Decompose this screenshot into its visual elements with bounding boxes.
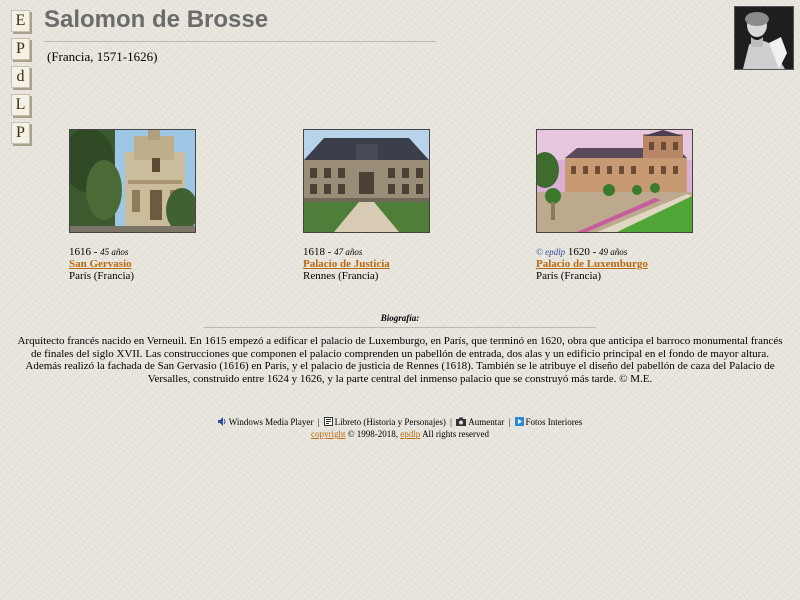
rights-text: All rights reserved — [422, 429, 490, 439]
work-card-palacio-de-luxemburgo: © epdlp 1620 - 49 años Palacio de Luxemb… — [536, 129, 693, 282]
biography-text: Arquitecto francés nacido en Verneuil. E… — [17, 335, 783, 385]
book-icon — [323, 417, 333, 429]
copyright-link[interactable]: copyright — [311, 429, 346, 439]
work-photo-palacio-de-justicia[interactable] — [303, 129, 430, 233]
work-year: 1618 — [303, 246, 325, 258]
biography-heading: Biografía: — [380, 313, 420, 323]
work-separator: - — [91, 246, 101, 258]
footer-link-aumentar[interactable]: Aumentar — [468, 417, 504, 427]
footer-link-media-player[interactable]: Windows Media Player — [229, 417, 314, 427]
work-place: París (Francia) — [69, 270, 135, 282]
speaker-icon — [217, 417, 227, 429]
side-nav-p[interactable]: P — [11, 38, 30, 60]
work-age: 47 años — [334, 247, 363, 257]
side-nav-l[interactable]: L — [11, 94, 30, 116]
side-nav-p2[interactable]: P — [11, 122, 30, 144]
side-nav: E P d L P — [11, 10, 31, 150]
copyright-years: © 1998-2018, — [347, 429, 399, 439]
biography-divider — [204, 327, 596, 328]
footer-link-fotos-interiores[interactable]: Fotos Interiores — [526, 417, 583, 427]
work-age: 45 años — [100, 247, 129, 257]
work-place: Rennes (Francia) — [303, 270, 379, 282]
page-subtitle: (Francia, 1571-1626) — [47, 49, 158, 64]
footer-link-libreto[interactable]: Libreto (Historia y Personajes) — [335, 417, 446, 427]
work-link-san-gervasio[interactable]: San Gervasio — [69, 258, 196, 270]
work-link-palacio-de-luxemburgo[interactable]: Palacio de Luxemburgo — [536, 258, 693, 270]
work-photo-san-gervasio[interactable] — [69, 129, 196, 233]
work-link-palacio-de-justicia[interactable]: Palacio de Justicia — [303, 258, 430, 270]
work-separator: - — [589, 246, 600, 258]
work-card-palacio-de-justicia: 1618 - 47 años Palacio de Justicia Renne… — [303, 129, 430, 282]
work-place: París (Francia) — [536, 270, 602, 282]
play-icon — [514, 417, 524, 429]
title-divider — [44, 41, 436, 42]
work-card-san-gervasio: 1616 - 45 años San Gervasio París (Franc… — [69, 129, 196, 282]
camera-icon — [456, 417, 467, 429]
portrait-image[interactable] — [734, 6, 794, 70]
footer-separator: | — [317, 417, 320, 427]
work-age: 49 años — [599, 247, 628, 257]
footer-copyright: copyright © 1998-2018, epdlp All rights … — [0, 429, 800, 440]
work-separator: - — [325, 246, 335, 258]
footer-separator: | — [450, 417, 452, 427]
footer-links: Windows Media Player | Libreto (Historia… — [0, 417, 800, 429]
page-title: Salomon de Brosse — [44, 6, 269, 33]
work-copyright-tag: © epdlp — [536, 247, 566, 257]
work-photo-palacio-de-luxemburgo[interactable] — [536, 129, 693, 233]
work-year: 1620 — [567, 246, 590, 258]
side-nav-e[interactable]: E — [11, 10, 30, 32]
work-year: 1616 — [69, 246, 91, 258]
epdlp-link[interactable]: epdlp — [400, 429, 420, 439]
side-nav-d[interactable]: d — [11, 66, 30, 88]
footer-separator: | — [508, 417, 511, 427]
footer: Windows Media Player | Libreto (Historia… — [0, 417, 800, 440]
